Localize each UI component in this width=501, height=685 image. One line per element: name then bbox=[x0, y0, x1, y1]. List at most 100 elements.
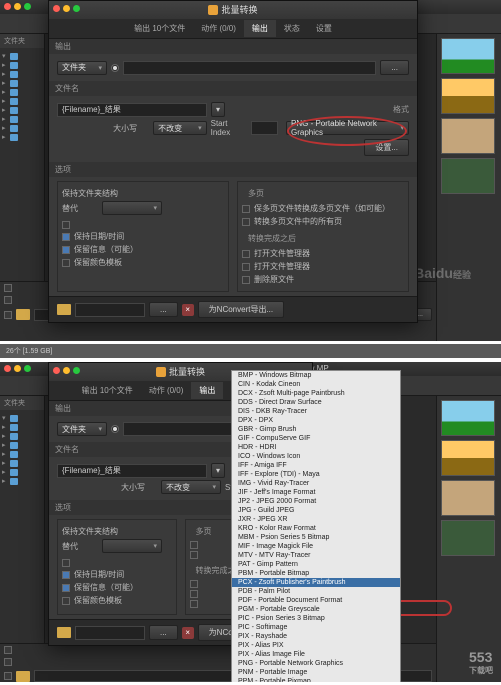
checkbox[interactable] bbox=[62, 246, 70, 254]
close-icon[interactable] bbox=[53, 367, 60, 374]
close-icon[interactable] bbox=[4, 3, 11, 10]
checkbox[interactable] bbox=[4, 311, 12, 319]
checkbox[interactable] bbox=[4, 672, 12, 680]
thumbnail[interactable] bbox=[441, 38, 495, 74]
minimize-icon[interactable] bbox=[14, 365, 21, 372]
format-option[interactable]: PPM - Portable Pixmap bbox=[232, 677, 400, 682]
format-option[interactable]: PIC - Softimage bbox=[232, 623, 400, 632]
checkbox[interactable] bbox=[4, 296, 12, 304]
tab-status[interactable]: 状态 bbox=[276, 20, 308, 37]
replace-select[interactable]: ▾ bbox=[102, 539, 162, 553]
thumbnail[interactable] bbox=[441, 440, 495, 476]
radio-option[interactable] bbox=[111, 64, 119, 72]
tab-input[interactable]: 输出 10个文件 bbox=[74, 382, 141, 399]
checkbox[interactable] bbox=[62, 233, 70, 241]
maximize-icon[interactable] bbox=[24, 365, 31, 372]
close-icon[interactable] bbox=[53, 5, 60, 12]
left-tab-folders[interactable]: 文件夹 bbox=[4, 400, 25, 407]
format-option[interactable]: IFF - Amiga IFF bbox=[232, 461, 400, 470]
checkbox[interactable] bbox=[190, 590, 198, 598]
folder-icon[interactable] bbox=[16, 309, 30, 320]
browse-button[interactable]: ... bbox=[380, 60, 409, 75]
format-option[interactable]: MTV - MTV Ray-Tracer bbox=[232, 551, 400, 560]
format-option[interactable]: BMP - Windows Bitmap bbox=[232, 371, 400, 380]
folder-icon[interactable] bbox=[16, 671, 30, 682]
window-controls[interactable] bbox=[4, 365, 31, 372]
folder-tree[interactable]: ▾ ▸ ▸ ▸ ▸ ▸ ▸ ▸ ▸ ▸ bbox=[0, 48, 44, 146]
minimize-icon[interactable] bbox=[63, 5, 70, 12]
checkbox[interactable] bbox=[242, 218, 250, 226]
window-controls[interactable] bbox=[4, 3, 31, 10]
checkbox[interactable] bbox=[4, 646, 12, 654]
format-option[interactable]: DPX - DPX bbox=[232, 416, 400, 425]
preset-input[interactable] bbox=[75, 303, 145, 317]
tab-input[interactable]: 输出 10个文件 bbox=[126, 20, 193, 37]
thumbnail[interactable] bbox=[441, 480, 495, 516]
checkbox[interactable] bbox=[62, 597, 70, 605]
checkbox[interactable] bbox=[190, 580, 198, 588]
case-select[interactable]: 不改变▾ bbox=[161, 480, 221, 494]
tab-output[interactable]: 输出 bbox=[244, 20, 276, 37]
case-select[interactable]: 不改变▾ bbox=[153, 121, 206, 135]
start-index-input[interactable] bbox=[251, 121, 278, 135]
format-option[interactable]: IMG - Vivid Ray-Tracer bbox=[232, 479, 400, 488]
thumbnail[interactable] bbox=[441, 520, 495, 556]
thumbnail[interactable] bbox=[441, 158, 495, 194]
checkbox[interactable] bbox=[4, 658, 12, 666]
settings-button[interactable]: 设置... bbox=[364, 139, 409, 156]
format-option[interactable]: JPG - Guild JPEG bbox=[232, 506, 400, 515]
format-option[interactable]: MBM - Psion Series 5 Bitmap bbox=[232, 533, 400, 542]
checkbox[interactable] bbox=[62, 584, 70, 592]
format-option[interactable]: DDS - Direct Draw Surface bbox=[232, 398, 400, 407]
format-option[interactable]: PIX - Rayshade bbox=[232, 632, 400, 641]
checkbox[interactable] bbox=[62, 559, 70, 567]
checkbox[interactable] bbox=[62, 571, 70, 579]
dropdown-button[interactable]: ▾ bbox=[211, 463, 225, 478]
format-option[interactable]: DCX - Zsoft Multi-page Paintbrush bbox=[232, 389, 400, 398]
checkbox[interactable] bbox=[190, 541, 198, 549]
tab-settings[interactable]: 设置 bbox=[308, 20, 340, 37]
format-option[interactable]: PDB - Palm Pilot bbox=[232, 587, 400, 596]
left-tab-folders[interactable]: 文件夹 bbox=[4, 38, 25, 45]
checkbox[interactable] bbox=[242, 250, 250, 258]
thumbnail[interactable] bbox=[441, 78, 495, 114]
format-option[interactable]: ICO - Windows Icon bbox=[232, 452, 400, 461]
close-icon[interactable] bbox=[4, 365, 11, 372]
preset-input[interactable] bbox=[75, 626, 145, 640]
format-option[interactable]: MIF - Image Magick File bbox=[232, 542, 400, 551]
delete-icon[interactable]: × bbox=[182, 627, 194, 639]
filename-template-input[interactable]: {Filename}_结果 bbox=[57, 464, 207, 478]
folder-tree[interactable]: ▾ ▸ ▸ ▸ ▸ ▸ ▸ ▸ bbox=[0, 410, 44, 490]
tab-actions[interactable]: 动作 (0/0) bbox=[141, 382, 192, 399]
format-option[interactable]: GBR - Gimp Brush bbox=[232, 425, 400, 434]
format-option[interactable]: PIC - Psion Series 3 Bitmap bbox=[232, 614, 400, 623]
folder-icon[interactable] bbox=[57, 304, 71, 315]
replace-select[interactable]: ▾ bbox=[102, 201, 162, 215]
dropdown-button[interactable]: ▾ bbox=[211, 102, 225, 117]
checkbox[interactable] bbox=[242, 205, 250, 213]
delete-icon[interactable]: × bbox=[182, 304, 194, 316]
format-option[interactable]: PIX - Alias Image File bbox=[232, 650, 400, 659]
format-select[interactable]: PNG - Portable Network Graphics▾ bbox=[286, 121, 409, 135]
format-option[interactable]: DIS - DKB Ray-Tracer bbox=[232, 407, 400, 416]
filename-template-input[interactable]: {Filename}_结果 bbox=[57, 103, 207, 117]
format-option[interactable]: GIF - CompuServe GIF bbox=[232, 434, 400, 443]
radio-option[interactable] bbox=[111, 425, 119, 433]
format-option[interactable]: PAT - Gimp Pattern bbox=[232, 560, 400, 569]
format-option[interactable]: PCX - Zsoft Publisher's Paintbrush bbox=[232, 578, 400, 587]
maximize-icon[interactable] bbox=[73, 367, 80, 374]
format-option[interactable]: JXR - JPEG XR bbox=[232, 515, 400, 524]
thumbnail[interactable] bbox=[441, 118, 495, 154]
format-option[interactable]: PGM - Portable Greyscale bbox=[232, 605, 400, 614]
maximize-icon[interactable] bbox=[73, 5, 80, 12]
save-preset-button[interactable]: ... bbox=[149, 302, 178, 317]
format-option[interactable]: IFF - Explore (TDI) - Maya bbox=[232, 470, 400, 479]
format-option[interactable]: JIF - Jeff's Image Format bbox=[232, 488, 400, 497]
checkbox[interactable] bbox=[62, 221, 70, 229]
format-option[interactable]: PNM - Portable Image bbox=[232, 668, 400, 677]
tab-actions[interactable]: 动作 (0/0) bbox=[193, 20, 244, 37]
format-option[interactable]: HDR - HDRI bbox=[232, 443, 400, 452]
output-type-select[interactable]: 文件夹▾ bbox=[57, 61, 107, 75]
checkbox[interactable] bbox=[242, 263, 250, 271]
checkbox[interactable] bbox=[62, 259, 70, 267]
